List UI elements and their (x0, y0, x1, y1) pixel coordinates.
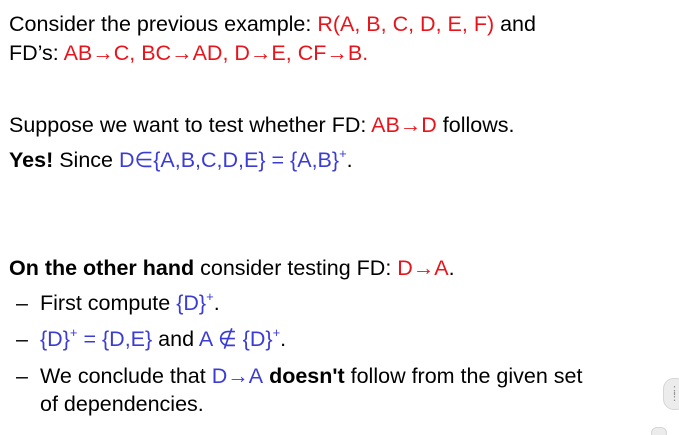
test-end: follows. (436, 113, 515, 137)
bullet-expr: {D} (40, 327, 70, 351)
other-hand-end: . (448, 256, 455, 280)
fds-line: FD’s: AB→C, BC→AD, D→E, CF→B. (9, 40, 368, 66)
answer-text: Since (53, 148, 119, 172)
answer-yes: Yes! (9, 148, 54, 172)
relation-schema: R(A, B, C, D, E, F) (317, 12, 495, 36)
other-hand-bold: On the other hand (9, 256, 195, 280)
grip-icon: ⋮ ⋮ (669, 384, 679, 403)
bullet-end: . (213, 291, 220, 315)
bullet-expr: A ∉ {D} (198, 327, 273, 351)
answer-end: . (346, 148, 353, 172)
example-text: Consider the previous example: (9, 12, 318, 36)
test-fd: AB→D (371, 113, 437, 137)
bullet-item: – {D}+ = {D,E} and A ∉ {D}+. (16, 326, 286, 352)
example-and: and (494, 12, 536, 36)
bullet-dash: – (16, 291, 28, 315)
bullet-text: First compute (40, 291, 177, 315)
closure-expression: D∈{A,B,C,D,E} = {A,B} (118, 148, 340, 172)
bullet-end: follow from the given set (344, 364, 583, 388)
bullet-bold: doesn't (263, 364, 345, 388)
bullet-sup: + (206, 289, 214, 304)
test-line: Suppose we want to test whether FD: AB→D… (9, 112, 515, 138)
other-hand-text: consider testing FD: (194, 256, 398, 280)
bullet-dash: – (16, 327, 28, 351)
bullet-dash: – (16, 364, 28, 388)
bullet-text: We conclude that (40, 364, 212, 388)
bullet-item: – We conclude that D→A doesn't follow fro… (16, 363, 582, 389)
bullet-fd: D→A (211, 364, 264, 388)
bullet-continuation: of dependencies. (40, 392, 204, 416)
fds-list: AB→C, BC→AD, D→E, CF→B. (63, 41, 369, 65)
bullet-end: . (280, 327, 287, 351)
test-text: Suppose we want to test whether FD: (9, 113, 372, 137)
answer-line: Yes! Since D∈{A,B,C,D,E} = {A,B}+. (9, 147, 353, 173)
fds-label: FD’s: (9, 41, 64, 65)
drag-handle-icon[interactable]: ⋮ ⋮ (663, 378, 679, 410)
corner-handle-icon[interactable] (651, 427, 667, 435)
other-hand-fd: D→A (397, 256, 449, 280)
example-line: Consider the previous example: R(A, B, C… (9, 11, 536, 37)
other-hand-line: On the other hand consider testing FD: D… (9, 255, 455, 281)
bullet-expr: {D} (176, 291, 207, 315)
closure-sup: + (339, 146, 347, 161)
bullet-text: and (152, 327, 199, 351)
bullet-expr: = {D,E} (77, 327, 153, 351)
bullet-item: – First compute {D}+. (16, 290, 220, 316)
